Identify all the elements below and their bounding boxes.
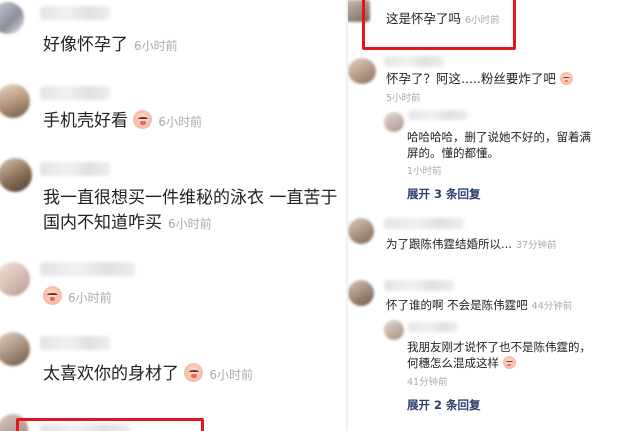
expand-replies-link[interactable]: 展开 3 条回复 — [407, 186, 481, 202]
avatar[interactable] — [0, 2, 24, 34]
comment-text: 怀了谁的啊 不会是陈伟霆吧 44分钟前 — [386, 297, 572, 315]
right-comment-panel: 这是怀孕了吗 6小时前 怀孕了？阿这.....粉丝要炸了吧 5小时前 哈哈哈哈，删… — [348, 0, 640, 431]
comment-line: 我一直很想买一件维秘的泳衣 一直苦于 — [43, 188, 338, 208]
comment-text: 6小时前 — [43, 285, 112, 311]
username-blurred[interactable] — [384, 56, 444, 67]
avatar[interactable] — [348, 218, 374, 244]
comment-text: 我朋友刚才说怀了也不是陈伟霆的， 何穗怎么混成这样 — [407, 339, 637, 371]
comment-line: 我朋友刚才说怀了也不是陈伟霆的， — [407, 340, 591, 354]
sad-emoji-icon — [133, 110, 153, 129]
sad-emoji-icon — [502, 356, 516, 369]
comment-line: 何穗怎么混成这样 — [407, 356, 499, 370]
username-blurred[interactable] — [40, 162, 110, 176]
comment-body: 这是怀孕了吗 — [386, 11, 462, 26]
comment-time: 6小时前 — [465, 15, 500, 26]
comment-time: 6小时前 — [158, 115, 203, 129]
username-blurred[interactable] — [40, 336, 110, 350]
comment-line: 哈哈哈哈，删了说她不好的，留着满 — [407, 130, 591, 144]
comment-text: 哈哈哈哈，删了说她不好的，留着满 屏的。懂的都懂。 — [407, 129, 637, 161]
sad-emoji-icon — [184, 363, 204, 382]
comment-time: 37分钟前 — [515, 240, 557, 251]
avatar[interactable] — [348, 280, 374, 306]
sad-emoji-icon — [559, 72, 573, 85]
comment-time: 6小时前 — [209, 368, 254, 382]
avatar[interactable] — [0, 262, 30, 296]
username-blurred[interactable] — [384, 218, 464, 229]
avatar[interactable] — [384, 112, 404, 132]
comment-body: 手机壳好看 — [43, 111, 128, 131]
comment-text: 手机壳好看 6小时前 — [43, 109, 202, 135]
comment-body: 怀孕了？阿这.....粉丝要炸了吧 — [386, 71, 556, 86]
comment-time: 1小时前 — [407, 166, 442, 177]
comment-text: 怀孕了？阿这.....粉丝要炸了吧 — [386, 71, 573, 87]
comment-body: 好像怀孕了 — [43, 35, 128, 55]
comment-time: 6小时前 — [168, 217, 212, 231]
avatar[interactable] — [0, 158, 32, 192]
comment-time: 6小时前 — [134, 39, 178, 53]
username-blurred[interactable] — [408, 110, 468, 120]
comment-line: 国内不知道咋买 — [43, 213, 162, 233]
comment-body: 太喜欢你的身材了 — [43, 364, 179, 384]
comment-body: 为了跟陈伟霆结婚所以... — [386, 237, 512, 251]
comment-body: 怀了谁的啊 不会是陈伟霆吧 — [386, 298, 528, 312]
username-blurred[interactable] — [408, 322, 458, 332]
username-blurred[interactable] — [40, 424, 130, 431]
comment-text: 我一直很想买一件维秘的泳衣 一直苦于 国内不知道咋买 6小时前 — [43, 186, 343, 237]
comment-text: 这是怀孕了吗 6小时前 — [386, 11, 500, 29]
username-blurred[interactable] — [384, 280, 454, 291]
comment-time: 6小时前 — [68, 291, 112, 305]
avatar[interactable] — [0, 84, 30, 118]
username-blurred[interactable] — [40, 86, 110, 100]
expand-replies-link[interactable]: 展开 2 条回复 — [407, 397, 481, 413]
comment-time: 44分钟前 — [531, 301, 573, 312]
comment-text: 为了跟陈伟霆结婚所以... 37分钟前 — [386, 236, 557, 254]
username-blurred[interactable] — [40, 262, 135, 276]
comment-text: 好像怀孕了 6小时前 — [43, 33, 178, 59]
sad-emoji-icon — [43, 286, 62, 305]
comment-text: 太喜欢你的身材了 6小时前 — [43, 362, 253, 388]
username-blurred[interactable] — [40, 6, 110, 20]
avatar[interactable] — [0, 332, 30, 366]
comment-time: 41分钟前 — [407, 377, 448, 388]
left-comment-panel: 好像怀孕了 6小时前 手机壳好看 6小时前 我一直很想买一件维秘的泳衣 一直苦于 … — [0, 0, 348, 431]
avatar[interactable] — [348, 58, 376, 84]
comment-line: 屏的。懂的都懂。 — [407, 146, 499, 160]
comment-time: 5小时前 — [386, 93, 421, 104]
avatar[interactable] — [384, 320, 404, 340]
